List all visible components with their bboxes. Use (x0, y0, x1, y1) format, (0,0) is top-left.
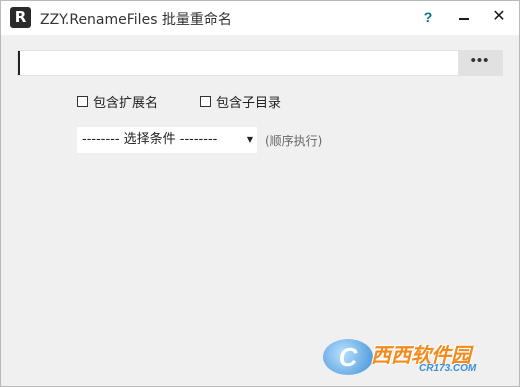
include-subdirs-checkbox[interactable]: 包含子目录 (200, 93, 282, 111)
condition-selected-value: -------- 选择条件 -------- (82, 132, 218, 147)
window-title: ZZY.RenameFiles 批量重命名 (40, 12, 232, 28)
path-row: ••• (17, 50, 503, 76)
minimize-button[interactable] (453, 7, 475, 27)
watermark-badge-icon: C (323, 339, 373, 375)
checkbox-box[interactable] (77, 95, 88, 107)
app-logo-icon: R (10, 7, 31, 28)
help-button[interactable]: ? (417, 7, 439, 27)
include-extension-checkbox[interactable]: 包含扩展名 (77, 93, 159, 111)
path-input[interactable] (18, 51, 454, 75)
close-button[interactable]: ✕ (488, 7, 510, 27)
browse-button[interactable]: ••• (458, 51, 502, 75)
chevron-down-icon[interactable]: ▼ (247, 127, 253, 153)
checkbox-box[interactable] (200, 95, 211, 107)
app-window: R ZZY.RenameFiles 批量重命名 ? ✕ ••• 包含扩展名 包含… (0, 0, 520, 387)
watermark-subtext: CR173.COM (419, 363, 477, 374)
include-subdirs-label: 包含子目录 (216, 95, 282, 111)
title-bar[interactable]: R ZZY.RenameFiles 批量重命名 ? ✕ (1, 1, 519, 35)
watermark-logo: C 西西软件园 CR173.COM (323, 337, 501, 377)
order-hint: (顺序执行) (265, 134, 323, 148)
include-extension-label: 包含扩展名 (93, 95, 159, 111)
minimize-icon (459, 18, 469, 20)
condition-select[interactable]: -------- 选择条件 -------- ▼ (76, 126, 258, 154)
